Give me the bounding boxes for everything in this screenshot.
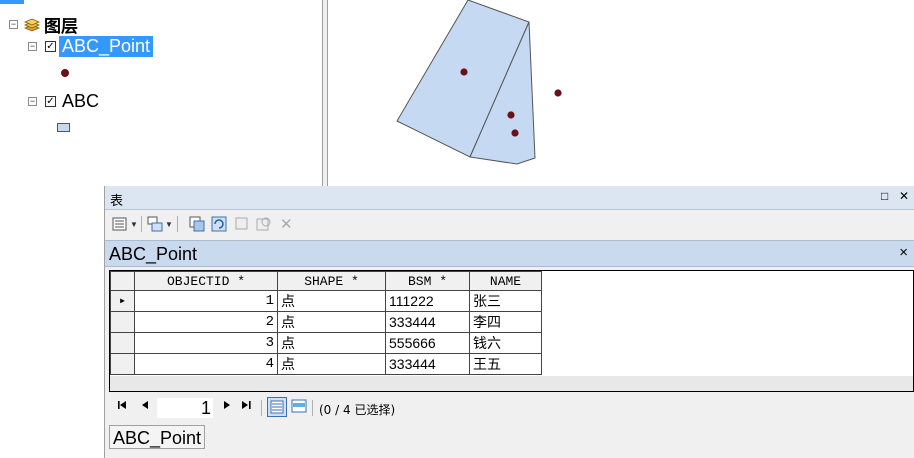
table-tab[interactable]: ABC_Point (109, 425, 206, 449)
toc-top-selection (0, 0, 24, 4)
collapse-icon[interactable]: − (9, 20, 18, 29)
toolbar-separator (141, 216, 142, 232)
toolbar-separator (261, 400, 262, 416)
collapse-icon[interactable]: − (28, 97, 37, 106)
column-header[interactable]: BSM * (385, 271, 470, 291)
point-feature (554, 89, 562, 97)
column-header[interactable]: SHAPE * (277, 271, 386, 291)
point-feature (507, 111, 515, 119)
table-name: ABC_Point (109, 244, 198, 264)
layer-name[interactable]: ABC_Point (59, 36, 154, 57)
first-record-icon[interactable] (117, 400, 129, 413)
clear-selection-icon[interactable] (235, 215, 249, 233)
layer-visibility-checkbox[interactable]: ✓ (45, 96, 56, 107)
layer-name[interactable]: ABC (59, 91, 102, 112)
table-header-row: OBJECTID * SHAPE * BSM * NAME (110, 271, 542, 291)
name-cell[interactable]: 李四 (469, 311, 542, 333)
table-tab-strip: ABC_Point (109, 424, 914, 454)
current-row-indicator-icon[interactable]: ▶ (110, 290, 135, 312)
toc-layer-abc-point[interactable]: − ✓ ABC_Point (28, 36, 154, 57)
objectid-cell[interactable]: 4 (134, 353, 278, 375)
point-feature (460, 68, 468, 76)
objectid-cell[interactable]: 2 (134, 311, 278, 333)
attribute-table: OBJECTID * SHAPE * BSM * NAME ▶ 1 点 1112… (110, 271, 542, 375)
name-cell[interactable]: 钱六 (469, 332, 542, 354)
toolbar-separator (177, 216, 178, 232)
column-header[interactable]: OBJECTID * (134, 271, 278, 291)
table-row[interactable]: 2 点 333444 李四 (110, 311, 542, 333)
show-all-records-button[interactable] (267, 397, 287, 417)
next-record-icon[interactable] (223, 400, 231, 413)
map-canvas[interactable] (329, 0, 914, 186)
name-cell[interactable]: 王五 (469, 353, 542, 375)
selection-status: (0 / 4 已选择) (319, 403, 396, 417)
point-symbol-icon (61, 69, 69, 77)
toc-root-row[interactable]: − 图层 (9, 12, 81, 37)
point-feature (511, 129, 519, 137)
polygon-symbol-icon (57, 123, 70, 132)
table-title-bar: ABC_Point × (105, 240, 914, 267)
last-record-icon[interactable] (241, 400, 253, 413)
table-window-title: 表 (110, 194, 124, 209)
switch-selection-icon[interactable] (211, 215, 227, 233)
record-navigation-bar: 1 (0 / 4 已选择) (105, 396, 914, 420)
row-header[interactable] (110, 332, 135, 354)
bsm-cell[interactable]: 111222 (385, 290, 470, 312)
grid-empty-area (110, 376, 913, 391)
toc-layer-abc[interactable]: − ✓ ABC (28, 91, 102, 112)
current-record-input[interactable]: 1 (157, 398, 213, 418)
row-header[interactable] (110, 353, 135, 375)
map-view[interactable] (329, 0, 914, 186)
table-row[interactable]: ▶ 1 点 111222 张三 (110, 290, 542, 312)
maximize-button[interactable]: □ (881, 189, 888, 203)
layers-icon (23, 17, 41, 33)
table-row[interactable]: 4 点 333444 王五 (110, 353, 542, 375)
related-tables-icon[interactable]: ▼ (147, 215, 173, 233)
zoom-to-selected-icon[interactable] (256, 215, 272, 233)
objectid-cell[interactable]: 3 (134, 332, 278, 354)
table-window-titlebar[interactable]: 表 □ ✕ (105, 186, 914, 210)
bsm-cell[interactable]: 555666 (385, 332, 470, 354)
delete-selected-icon[interactable]: ✕ (280, 215, 293, 233)
column-header[interactable]: NAME (469, 271, 542, 291)
toc-root-label: 图层 (44, 17, 78, 37)
shape-cell[interactable]: 点 (277, 353, 386, 375)
shape-cell[interactable]: 点 (277, 311, 386, 333)
attribute-grid[interactable]: OBJECTID * SHAPE * BSM * NAME ▶ 1 点 1112… (109, 270, 914, 392)
close-table-button[interactable]: × (899, 244, 908, 261)
collapse-icon[interactable]: − (28, 42, 37, 51)
toolbar-separator (312, 400, 313, 416)
name-cell[interactable]: 张三 (469, 290, 542, 312)
layer-visibility-checkbox[interactable]: ✓ (45, 41, 56, 52)
bsm-cell[interactable]: 333444 (385, 311, 470, 333)
objectid-cell[interactable]: 1 (134, 290, 278, 312)
row-header[interactable] (110, 311, 135, 333)
close-button[interactable]: ✕ (899, 189, 909, 203)
table-options-icon[interactable]: ▼ (112, 215, 138, 233)
select-by-attributes-icon[interactable] (189, 215, 205, 233)
table-row[interactable]: 3 点 555666 钱六 (110, 332, 542, 354)
row-header-corner (110, 271, 135, 291)
table-toolbar: ▼ ▼ ✕ (105, 210, 914, 238)
shape-cell[interactable]: 点 (277, 332, 386, 354)
bsm-cell[interactable]: 333444 (385, 353, 470, 375)
previous-record-icon[interactable] (141, 400, 149, 413)
attribute-table-window: 表 □ ✕ ▼ ▼ ✕ ABC_Point × OBJECTID * SHAPE… (104, 186, 914, 458)
show-selected-records-button[interactable] (291, 399, 307, 413)
shape-cell[interactable]: 点 (277, 290, 386, 312)
